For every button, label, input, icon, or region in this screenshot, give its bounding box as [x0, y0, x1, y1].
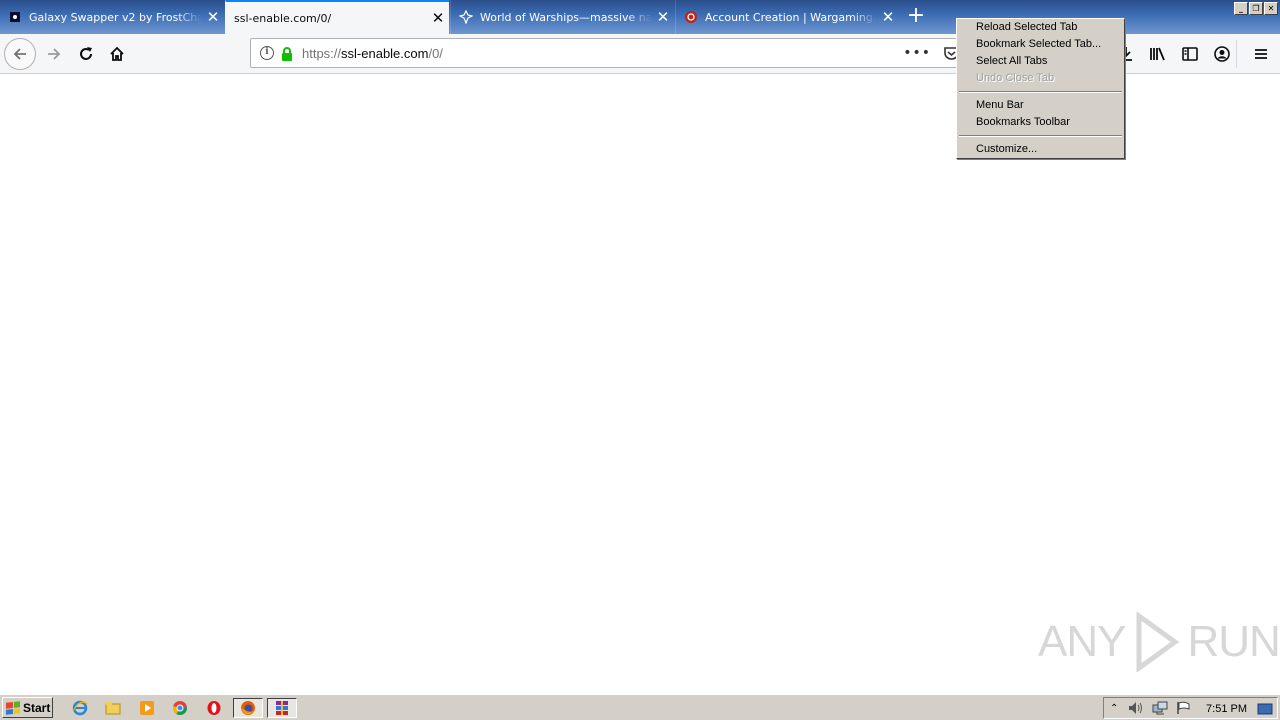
- url-scheme: https://: [302, 45, 342, 61]
- page-actions-more-icon[interactable]: •••: [903, 45, 931, 61]
- menu-item-customize[interactable]: Customize...: [976, 143, 1037, 155]
- reload-button[interactable]: [70, 38, 102, 70]
- start-button[interactable]: Start: [2, 697, 53, 718]
- start-label: Start: [23, 700, 51, 715]
- anyrun-watermark: ANY RUN: [1038, 612, 1280, 672]
- library-button[interactable]: [1142, 38, 1174, 70]
- network-icon[interactable]: [1152, 701, 1168, 715]
- close-tab-icon[interactable]: ✕: [202, 0, 224, 34]
- url-host: ssl-enable.com: [341, 45, 429, 61]
- url-bar[interactable]: i https://ssl-enable.com/0/ •••: [250, 38, 968, 68]
- tab-account-creation[interactable]: Account Creation | Wargaming.net ✕: [675, 0, 899, 34]
- watermark-text-right: RUN: [1187, 617, 1280, 666]
- home-button[interactable]: [101, 38, 133, 70]
- account-icon: [1214, 46, 1230, 62]
- url-text[interactable]: https://ssl-enable.com/0/: [302, 46, 443, 61]
- close-tab-icon[interactable]: ✕: [652, 0, 674, 34]
- media-player-icon[interactable]: [136, 698, 158, 718]
- library-icon: [1150, 47, 1165, 61]
- menu-separator: [959, 91, 1122, 93]
- taskbar-clock[interactable]: 7:51 PM: [1206, 703, 1247, 715]
- sidebar-icon: [1182, 47, 1198, 61]
- close-tab-icon[interactable]: ✕: [427, 1, 449, 35]
- tab-context-menu: Reload Selected Tab Bookmark Selected Ta…: [956, 18, 1125, 159]
- menu-item-bookmark-selected-tab[interactable]: Bookmark Selected Tab...: [976, 38, 1101, 50]
- toolbar-divider: [1236, 40, 1237, 68]
- firefox-icon[interactable]: [233, 698, 263, 718]
- sidebar-button[interactable]: [1174, 38, 1206, 70]
- minimize-icon[interactable]: _: [1234, 2, 1248, 15]
- warships-favicon-icon: [459, 10, 473, 24]
- menu-item-menu-bar[interactable]: Menu Bar: [976, 99, 1024, 111]
- account-button[interactable]: [1206, 38, 1238, 70]
- page-content: [0, 75, 1280, 693]
- window-controls: _ ❐ ✕: [1234, 2, 1278, 15]
- tab-title: Account Creation | Wargaming.net: [705, 10, 877, 24]
- home-icon: [110, 46, 124, 61]
- tab-title: ssl-enable.com/0/: [234, 11, 332, 25]
- windows-logo-icon: [6, 700, 20, 715]
- menu-button[interactable]: [1245, 38, 1277, 70]
- menu-item-select-all-tabs[interactable]: Select All Tabs: [976, 55, 1047, 67]
- secure-lock-icon[interactable]: [281, 46, 293, 61]
- close-tab-icon[interactable]: ✕: [877, 0, 899, 34]
- ie-icon[interactable]: [69, 698, 91, 718]
- tab-galaxy-swapper[interactable]: Galaxy Swapper v2 by FrostChanger ✕: [0, 0, 224, 34]
- menu-item-bookmarks-toolbar[interactable]: Bookmarks Toolbar: [976, 116, 1070, 128]
- watermark-text-left: ANY: [1038, 617, 1126, 666]
- action-center-flag-icon[interactable]: [1176, 701, 1192, 715]
- url-path: /0/: [428, 45, 443, 61]
- tab-title: World of Warships—massive naval warfare: [480, 10, 652, 24]
- taskbar: Start ⌃ 7:51 PM: [0, 694, 1280, 720]
- wargaming-favicon-icon: [684, 10, 698, 24]
- chrome-icon[interactable]: [169, 698, 191, 718]
- show-desktop-icon[interactable]: [1257, 702, 1273, 716]
- show-hidden-icons-icon[interactable]: ⌃: [1110, 703, 1118, 714]
- tab-ssl-enable[interactable]: ssl-enable.com/0/ ✕: [225, 0, 449, 34]
- system-tray: ⌃ 7:51 PM: [1103, 697, 1278, 719]
- tab-world-of-warships[interactable]: World of Warships—massive naval warfare …: [450, 0, 674, 34]
- menu-item-undo-close-tab: Undo Close Tab: [976, 72, 1055, 84]
- galaxy-swapper-favicon-icon: [8, 10, 22, 24]
- site-info-icon[interactable]: i: [260, 46, 274, 60]
- menu-item-reload-selected-tab[interactable]: Reload Selected Tab: [976, 21, 1077, 33]
- forward-arrow-icon: [48, 48, 61, 60]
- restore-icon[interactable]: ❐: [1249, 2, 1263, 15]
- back-button[interactable]: [4, 38, 36, 70]
- explorer-icon[interactable]: [102, 698, 124, 718]
- menu-separator: [959, 135, 1122, 137]
- opera-icon[interactable]: [203, 698, 225, 718]
- new-tab-plus-icon[interactable]: +: [903, 3, 929, 29]
- winrar-icon[interactable]: [267, 698, 297, 718]
- close-window-icon[interactable]: ✕: [1264, 2, 1278, 15]
- back-arrow-icon: [13, 48, 26, 60]
- forward-button[interactable]: [38, 38, 70, 70]
- volume-icon[interactable]: [1128, 701, 1144, 715]
- reload-icon: [80, 47, 92, 60]
- hamburger-menu-icon: [1255, 49, 1267, 59]
- tab-title: Galaxy Swapper v2 by FrostChanger: [29, 10, 202, 24]
- play-logo-icon: [1136, 612, 1180, 672]
